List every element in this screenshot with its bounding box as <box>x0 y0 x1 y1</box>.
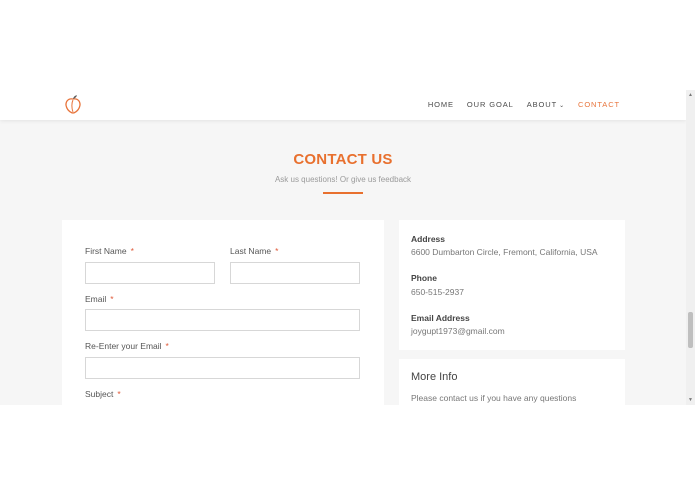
reenter-email-label: Re-Enter your Email * <box>85 341 169 351</box>
more-info-text: Please contact us if you have any questi… <box>411 393 577 403</box>
page-viewport: HOME OUR GOAL ABOUT ⌄ CONTACT CONTACT US … <box>0 90 695 405</box>
required-marker: * <box>117 389 121 399</box>
email-label: Email * <box>85 294 114 304</box>
nav-about[interactable]: ABOUT ⌄ <box>527 100 565 109</box>
subject-label: Subject * <box>85 389 121 399</box>
page-scrollbar[interactable]: ▲ ▼ <box>686 90 695 405</box>
email-input[interactable] <box>85 309 360 331</box>
more-info-title: More Info <box>411 371 458 383</box>
contact-info-card: Address 6600 Dumbarton Circle, Fremont, … <box>399 220 625 350</box>
last-name-input[interactable] <box>230 262 360 284</box>
contact-form: First Name * Last Name * Email * Re-Enter y… <box>62 220 384 405</box>
navbar: HOME OUR GOAL ABOUT ⌄ CONTACT <box>0 90 686 120</box>
reenter-email-input[interactable] <box>85 357 360 379</box>
first-name-label: First Name * <box>85 246 134 256</box>
peach-logo-icon[interactable] <box>63 93 83 115</box>
last-name-label: Last Name * <box>230 246 279 256</box>
address-value: 6600 Dumbarton Circle, Fremont, Californ… <box>411 247 598 257</box>
required-marker: * <box>110 294 114 304</box>
nav-home[interactable]: HOME <box>428 100 454 109</box>
scrollbar-thumb[interactable] <box>688 312 693 348</box>
scroll-up-icon[interactable]: ▲ <box>688 92 693 98</box>
nav-contact[interactable]: CONTACT <box>578 100 620 109</box>
title-divider <box>323 192 363 194</box>
more-info-card: More Info Please contact us if you have … <box>399 359 625 405</box>
nav-menu: HOME OUR GOAL ABOUT ⌄ CONTACT <box>428 100 620 109</box>
address-title: Address <box>411 234 446 244</box>
email-address-title: Email Address <box>411 313 470 323</box>
page-subtitle: Ask us questions! Or give us feedback <box>274 175 412 184</box>
nav-about-label: ABOUT <box>526 100 558 109</box>
email-address-value[interactable]: joygupt1973@gmail.com <box>411 326 505 336</box>
first-name-input[interactable] <box>85 262 215 284</box>
page-title: CONTACT US <box>293 151 393 168</box>
required-marker: * <box>165 341 169 351</box>
required-marker: * <box>130 246 134 256</box>
chevron-down-icon: ⌄ <box>559 103 565 109</box>
phone-title: Phone <box>411 273 437 283</box>
required-marker: * <box>275 246 279 256</box>
scroll-down-icon[interactable]: ▼ <box>688 397 693 403</box>
phone-value: 650-515-2937 <box>411 287 464 297</box>
nav-our-goal[interactable]: OUR GOAL <box>467 100 514 109</box>
